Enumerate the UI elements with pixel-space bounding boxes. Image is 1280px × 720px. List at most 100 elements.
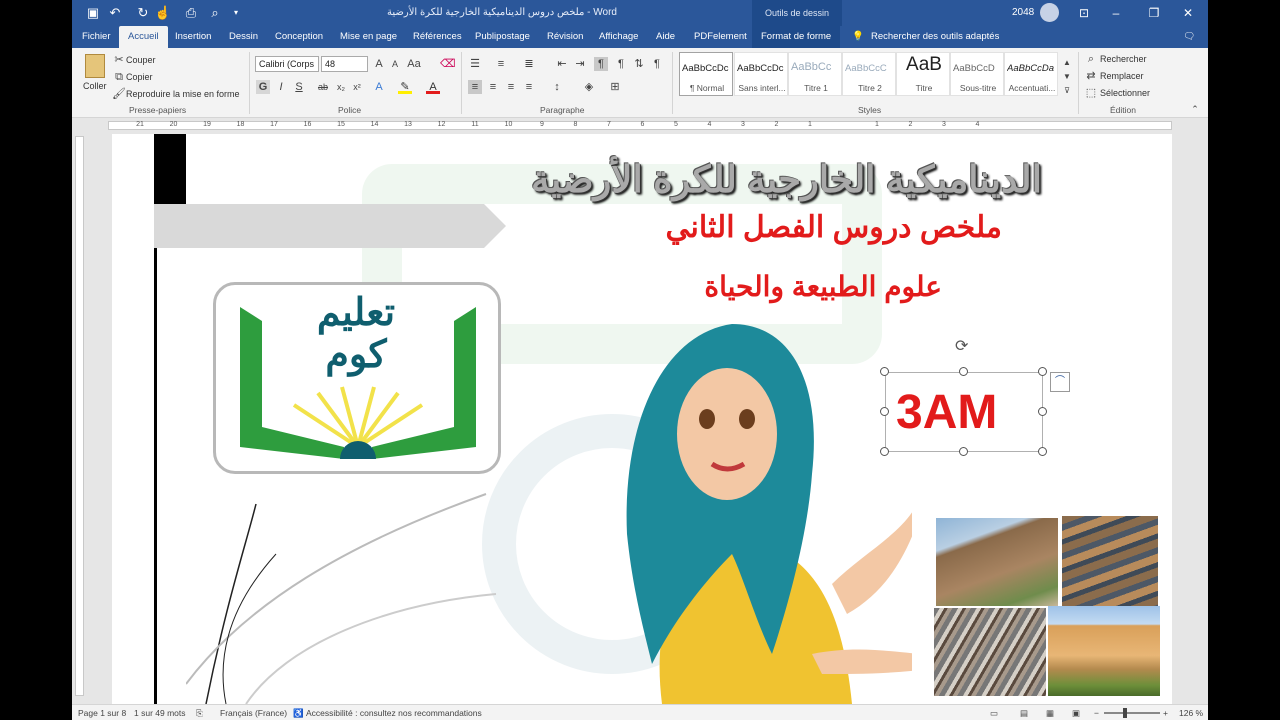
styles-scroll-down-icon[interactable]: ▼ bbox=[1060, 70, 1074, 84]
touch-mode-icon[interactable]: ☝ bbox=[154, 4, 172, 22]
accessibility-status[interactable]: Accessibilité : consultez nos recommanda… bbox=[306, 708, 482, 718]
highlight-icon[interactable]: ✎ bbox=[398, 80, 412, 94]
resize-handle-e[interactable] bbox=[1038, 407, 1047, 416]
ribbon-display-icon[interactable]: ⊡ bbox=[1070, 2, 1098, 24]
logo-frame[interactable]: تعليم كوم bbox=[213, 282, 501, 474]
sort-icon[interactable]: ⇅ bbox=[632, 57, 646, 71]
tab-dessin[interactable]: Dessin bbox=[229, 26, 258, 48]
align-right-icon[interactable]: ≡ bbox=[504, 80, 518, 94]
format-painter-icon[interactable]: 🖌 bbox=[112, 87, 126, 101]
zoom-slider[interactable] bbox=[1104, 712, 1160, 714]
superscript-icon[interactable]: x² bbox=[350, 80, 364, 94]
replace-button[interactable]: Remplacer bbox=[1100, 69, 1144, 83]
focus-mode-icon[interactable]: ▭ bbox=[990, 708, 998, 719]
justify-icon[interactable]: ≡ bbox=[522, 80, 536, 94]
style-subtitle[interactable]: AaBbCcD Sous-titre bbox=[950, 52, 1004, 96]
resize-handle-s[interactable] bbox=[959, 447, 968, 456]
rtl-direction-icon[interactable]: ¶ bbox=[614, 57, 628, 71]
level-text-box[interactable]: 3AM bbox=[885, 372, 1043, 452]
accessibility-icon[interactable]: ♿ bbox=[293, 708, 304, 719]
document-page[interactable]: الديناميكية الخارجية للكرة الأرضية ملخص … bbox=[112, 134, 1172, 704]
resize-handle-nw[interactable] bbox=[880, 367, 889, 376]
user-name[interactable]: 2048 bbox=[1012, 7, 1034, 18]
decrease-indent-icon[interactable]: ⇤ bbox=[555, 57, 569, 71]
paste-icon[interactable] bbox=[85, 54, 105, 78]
print-preview-icon[interactable]: ⎙ bbox=[182, 4, 200, 22]
font-name-select[interactable]: Calibri (Corps bbox=[255, 56, 319, 72]
zoom-preview-icon[interactable]: ⌕ bbox=[206, 4, 224, 22]
resize-handle-se[interactable] bbox=[1038, 447, 1047, 456]
copy-button[interactable]: Copier bbox=[126, 70, 153, 84]
rock-photo-4[interactable] bbox=[1048, 606, 1160, 696]
proofing-icon[interactable]: ⎘ bbox=[196, 708, 203, 719]
comments-icon[interactable]: 🗨 bbox=[1183, 26, 1195, 48]
tab-pdfelement[interactable]: PDFelement bbox=[694, 26, 747, 48]
tab-revision[interactable]: Révision bbox=[547, 26, 583, 48]
resize-handle-sw[interactable] bbox=[880, 447, 889, 456]
cut-button[interactable]: Couper bbox=[126, 53, 156, 67]
multilevel-list-icon[interactable]: ≣ bbox=[522, 57, 536, 71]
rock-photo-3[interactable] bbox=[934, 608, 1046, 696]
tab-affichage[interactable]: Affichage bbox=[599, 26, 638, 48]
increase-indent-icon[interactable]: ⇥ bbox=[573, 57, 587, 71]
document-subject[interactable]: علوم الطبيعة والحياة bbox=[542, 270, 942, 303]
tab-publipostage[interactable]: Publipostage bbox=[475, 26, 530, 48]
resize-handle-w[interactable] bbox=[880, 407, 889, 416]
subscript-icon[interactable]: x₂ bbox=[334, 80, 348, 94]
zoom-out-icon[interactable]: − bbox=[1094, 708, 1099, 718]
style-heading-2[interactable]: AaBbCcC Titre 2 bbox=[842, 52, 896, 96]
style-title[interactable]: AaB Titre bbox=[896, 52, 950, 96]
paste-button[interactable]: Coller bbox=[83, 79, 107, 93]
tab-format-de-forme[interactable]: Format de forme bbox=[752, 26, 841, 48]
style-no-spacing[interactable]: AaBbCcDc Sans interl... bbox=[734, 52, 788, 96]
bold-icon[interactable]: G bbox=[256, 80, 270, 94]
collapse-ribbon-icon[interactable]: ⌃ bbox=[1188, 102, 1202, 116]
underline-icon[interactable]: S bbox=[292, 80, 306, 94]
shading-icon[interactable]: ◈ bbox=[582, 80, 596, 94]
rock-photo-2[interactable] bbox=[1062, 516, 1158, 606]
style-emphasis[interactable]: AaBbCcDa Accentuati... bbox=[1004, 52, 1058, 96]
find-button[interactable]: Rechercher bbox=[1100, 52, 1147, 66]
font-size-select[interactable]: 48 bbox=[321, 56, 368, 72]
borders-icon[interactable]: ⊞ bbox=[608, 80, 622, 94]
grow-font-icon[interactable]: A bbox=[372, 57, 386, 71]
styles-more-icon[interactable]: ⊽ bbox=[1060, 84, 1074, 98]
zoom-in-icon[interactable]: + bbox=[1163, 708, 1168, 718]
align-left-icon[interactable]: ≡ bbox=[468, 80, 482, 94]
align-center-icon[interactable]: ≡ bbox=[486, 80, 500, 94]
select-button[interactable]: Sélectionner bbox=[1100, 86, 1150, 100]
shrink-font-icon[interactable]: A bbox=[388, 57, 402, 71]
tab-mise-en-page[interactable]: Mise en page bbox=[340, 26, 397, 48]
strikethrough-icon[interactable]: ab bbox=[316, 80, 330, 94]
styles-scroll-up-icon[interactable]: ▲ bbox=[1060, 56, 1074, 70]
change-case-icon[interactable]: Aa bbox=[407, 57, 421, 71]
numbering-icon[interactable]: ≡ bbox=[494, 57, 508, 71]
language-status[interactable]: Français (France) bbox=[220, 708, 287, 718]
read-mode-icon[interactable]: ▤ bbox=[1020, 708, 1028, 719]
girl-illustration[interactable] bbox=[582, 324, 912, 704]
format-painter-button[interactable]: Reproduire la mise en forme bbox=[126, 87, 240, 101]
tab-references[interactable]: Références bbox=[413, 26, 462, 48]
level-text[interactable]: 3AM bbox=[896, 385, 997, 441]
ltr-direction-icon[interactable]: ¶ bbox=[594, 57, 608, 71]
close-icon[interactable]: ✕ bbox=[1174, 2, 1202, 24]
web-layout-icon[interactable]: ▣ bbox=[1072, 708, 1080, 719]
bullets-icon[interactable]: ☰ bbox=[468, 57, 482, 71]
redo-icon[interactable]: ↻ bbox=[134, 4, 152, 22]
rock-photo-1[interactable] bbox=[936, 518, 1058, 606]
tab-conception[interactable]: Conception bbox=[275, 26, 323, 48]
tab-insertion[interactable]: Insertion bbox=[175, 26, 211, 48]
page-count[interactable]: Page 1 sur 8 bbox=[78, 708, 126, 718]
clear-format-icon[interactable]: ⌫ bbox=[440, 57, 456, 71]
tab-accueil[interactable]: Accueil bbox=[119, 26, 168, 48]
tab-aide[interactable]: Aide bbox=[656, 26, 675, 48]
print-layout-icon[interactable]: ▦ bbox=[1046, 708, 1054, 719]
replace-icon[interactable]: ⇄ bbox=[1084, 69, 1098, 83]
style-heading-1[interactable]: AaBbCc Titre 1 bbox=[788, 52, 842, 96]
vertical-ruler[interactable] bbox=[72, 132, 86, 704]
zoom-level[interactable]: 126 % bbox=[1179, 708, 1203, 718]
show-marks-icon[interactable]: ¶ bbox=[650, 57, 664, 71]
resize-handle-n[interactable] bbox=[959, 367, 968, 376]
text-effects-icon[interactable]: A bbox=[372, 80, 386, 94]
zoom-slider-thumb[interactable] bbox=[1123, 708, 1127, 718]
